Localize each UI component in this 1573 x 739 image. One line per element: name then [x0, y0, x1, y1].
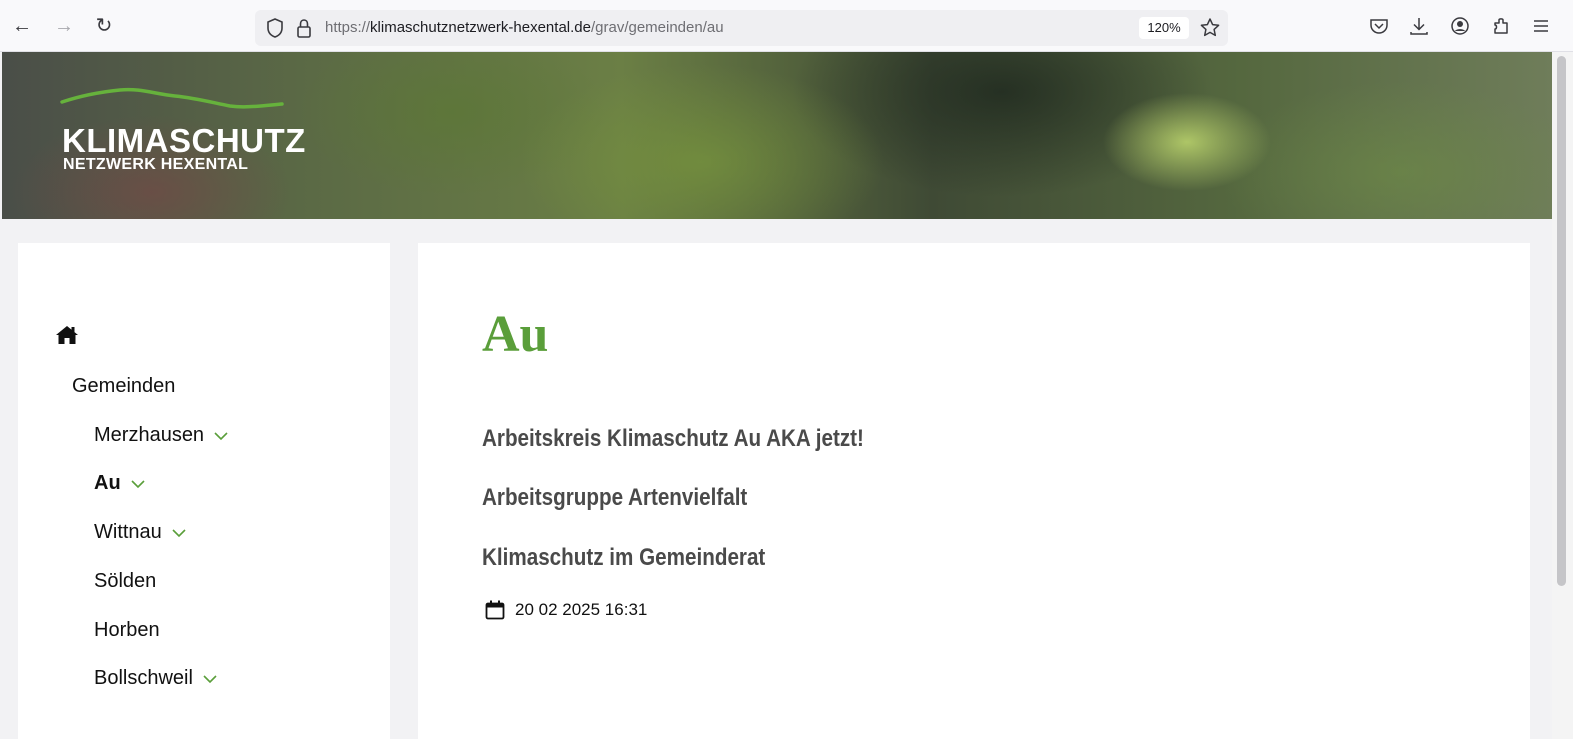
link-arbeitsgruppe-artenvielfalt[interactable]: Arbeitsgruppe Artenvielfalt — [482, 484, 747, 512]
logo-title[interactable]: KLIMASCHUTZ — [62, 122, 306, 160]
lock-icon[interactable] — [295, 17, 313, 39]
bookmark-star-icon[interactable] — [1198, 16, 1222, 40]
url-scheme: https:// — [325, 19, 371, 36]
address-bar[interactable]: https://klimaschutznetzwerk-hexental.de/… — [255, 10, 1228, 46]
forward-arrow-icon[interactable]: → — [52, 14, 76, 38]
sidebar-item-label: Bollschweil — [94, 667, 193, 689]
shield-icon[interactable] — [265, 17, 285, 39]
link-klimaschutz-gemeinderat[interactable]: Klimaschutz im Gemeinderat — [482, 544, 765, 572]
sidebar-item-merzhausen[interactable]: Merzhausen — [94, 424, 229, 447]
extensions-icon[interactable] — [1490, 15, 1512, 37]
sidebar-item-bollschweil[interactable]: Bollschweil — [94, 667, 218, 690]
header-banner: KLIMASCHUTZ NETZWERK HEXENTAL — [2, 52, 1552, 219]
page-title: Au — [482, 306, 549, 363]
url-text[interactable]: https://klimaschutznetzwerk-hexental.de/… — [325, 19, 724, 36]
download-icon[interactable] — [1408, 15, 1430, 37]
link-arbeitskreis-klimaschutz[interactable]: Arbeitskreis Klimaschutz Au AKA jetzt! — [482, 425, 864, 453]
modified-date: 20 02 2025 16:31 — [484, 599, 647, 621]
sidebar-item-label: Au — [94, 472, 121, 494]
sidebar-item-wittnau[interactable]: Wittnau — [94, 521, 187, 544]
sidebar-item-label: Sölden — [94, 570, 157, 592]
chevron-down-icon[interactable] — [213, 431, 229, 441]
sidebar-item-au[interactable]: Au — [94, 472, 146, 495]
back-arrow-icon[interactable]: ← — [10, 14, 34, 38]
sidebar-item-gemeinden[interactable]: Gemeinden — [72, 375, 175, 398]
sidebar-item-horben[interactable]: Horben — [94, 619, 160, 642]
sidebar-item-label: Wittnau — [94, 521, 162, 543]
chevron-down-icon[interactable] — [171, 528, 187, 538]
pocket-icon[interactable] — [1368, 15, 1390, 37]
zoom-level-badge[interactable]: 120% — [1139, 17, 1189, 39]
chevron-down-icon[interactable] — [202, 674, 218, 684]
chevron-down-icon[interactable] — [130, 479, 146, 489]
url-host: klimaschutznetzwerk-hexental.de — [370, 19, 591, 36]
url-path: /grav/gemeinden/au — [590, 19, 724, 36]
sidebar-item-label: Horben — [94, 619, 160, 641]
logo-subtitle[interactable]: NETZWERK HEXENTAL — [63, 156, 248, 174]
reload-icon[interactable]: ↻ — [92, 14, 116, 38]
scrollbar-thumb[interactable] — [1557, 56, 1566, 586]
sidebar-item-label: Merzhausen — [94, 424, 205, 446]
home-icon[interactable] — [55, 324, 79, 346]
sidebar-item-soelden[interactable]: Sölden — [94, 570, 156, 593]
logo-hill-line — [60, 87, 284, 109]
page-scrollbar[interactable] — [1552, 52, 1573, 739]
browser-toolbar: ← → ↻ https://klimaschutznetzwerk-hexent… — [0, 0, 1573, 52]
calendar-icon — [485, 600, 505, 620]
main-content: Au Arbeitskreis Klimaschutz Au AKA jetzt… — [418, 243, 1530, 739]
date-text: 20 02 2025 16:31 — [515, 600, 648, 619]
menu-icon[interactable] — [1530, 15, 1552, 37]
sidebar: Gemeinden Merzhausen Au Wittnau Sölden H… — [18, 243, 390, 739]
account-icon[interactable] — [1449, 15, 1471, 37]
